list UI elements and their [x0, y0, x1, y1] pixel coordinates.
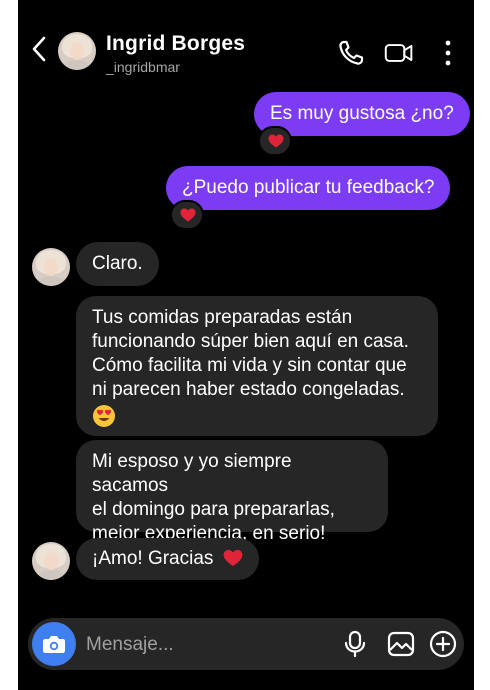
heart-reaction[interactable]	[170, 200, 204, 230]
heart-icon	[223, 549, 243, 567]
contact-handle[interactable]: _ingridbmar	[106, 59, 180, 75]
camera-button[interactable]	[32, 622, 76, 666]
message-input[interactable]	[84, 630, 328, 660]
contact-name[interactable]: Ingrid Borges	[106, 32, 245, 56]
microphone-icon[interactable]	[340, 629, 370, 659]
message-line: Cómo facilita mi vida y sin contar que	[92, 355, 407, 376]
camera-icon	[43, 636, 65, 653]
message-text: ¿Puedo publicar tu feedback?	[182, 177, 435, 198]
message-bubble-incoming[interactable]: Mi esposo y yo siempre sacamos el doming…	[76, 440, 388, 544]
message-composer	[28, 618, 464, 670]
avatar[interactable]	[32, 248, 70, 286]
avatar[interactable]	[58, 32, 96, 70]
heart-reaction[interactable]	[258, 126, 292, 156]
avatar[interactable]	[32, 542, 70, 580]
plus-circle-icon[interactable]	[428, 629, 458, 659]
phone-icon[interactable]	[336, 38, 366, 68]
message-text: Claro.	[92, 253, 143, 274]
heart-icon	[180, 208, 196, 222]
message-text: ¡Amo! Gracias	[92, 548, 214, 569]
gallery-icon[interactable]	[386, 629, 416, 659]
message-bubble-incoming[interactable]: Claro.	[76, 242, 159, 286]
message-line: ni parecen haber estado congeladas.	[92, 379, 405, 400]
message-bubble-incoming[interactable]: Tus comidas preparadas están funcionando…	[76, 296, 438, 436]
chat-header: Ingrid Borges _ingridbmar	[18, 0, 474, 84]
message-line: Tus comidas preparadas están	[92, 307, 353, 328]
message-line: Mi esposo y yo siempre sacamos	[92, 451, 292, 496]
back-chevron-icon[interactable]	[30, 34, 48, 64]
message-line: el domingo para prepararlas,	[92, 499, 335, 520]
message-text: Es muy gustosa ¿no?	[270, 103, 454, 124]
more-vertical-icon[interactable]	[438, 38, 458, 68]
video-camera-icon[interactable]	[384, 38, 414, 68]
chat-screen: Ingrid Borges _ingridbmar Es muy gustosa…	[18, 0, 474, 690]
heart-eyes-emoji-icon	[93, 405, 115, 427]
message-bubble-outgoing[interactable]: ¿Puedo publicar tu feedback?	[166, 166, 451, 210]
message-line: funcionando súper bien aquí en casa.	[92, 331, 409, 352]
heart-icon	[268, 134, 284, 148]
message-bubble-incoming[interactable]: ¡Amo! Gracias	[76, 538, 259, 580]
